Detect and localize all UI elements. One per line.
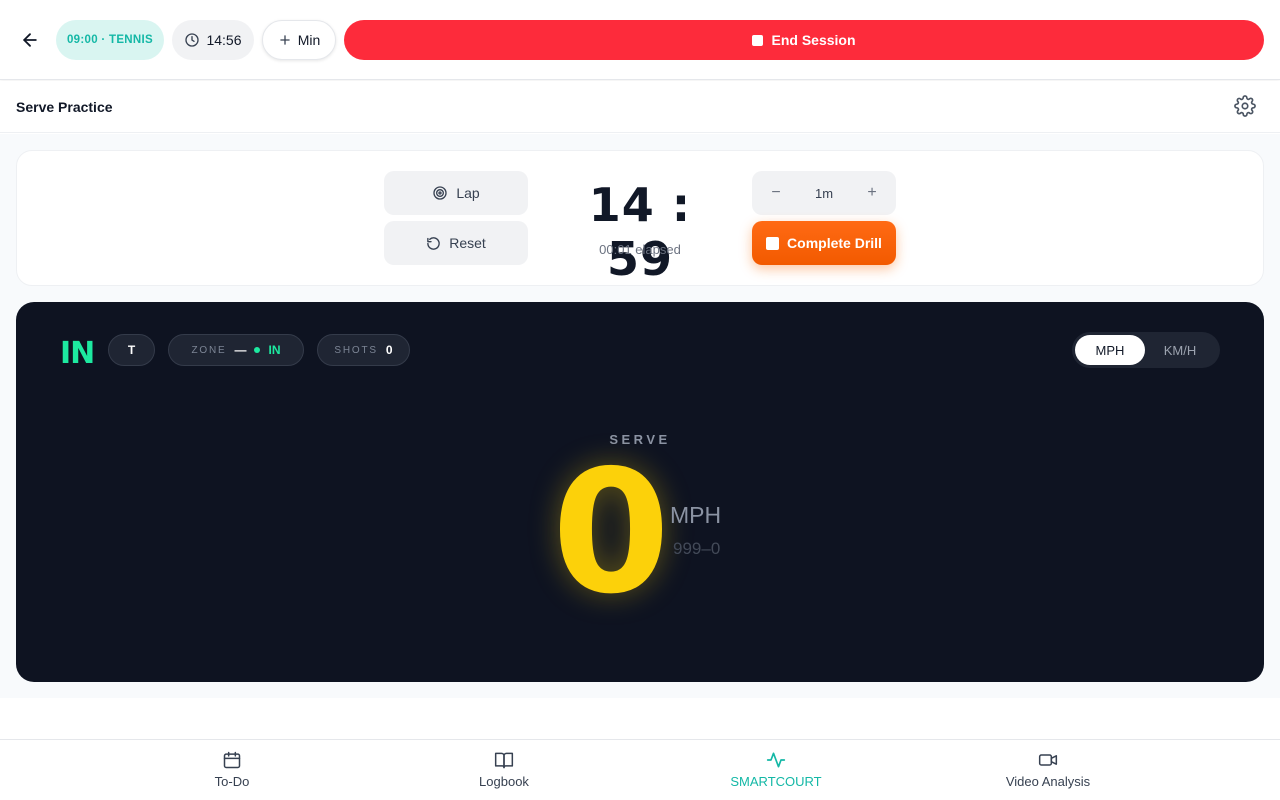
nav-item-logbook[interactable]: Logbook: [424, 750, 584, 789]
nav-item-video-analysis[interactable]: Video Analysis: [968, 750, 1128, 789]
clock-time: 14:56: [206, 32, 242, 48]
smartcourt-panel: IN T ZONE — IN SHOTS 0 MPH KM/H SERVE 0 …: [16, 302, 1264, 682]
reset-label: Reset: [449, 235, 486, 251]
countdown-timer: 14 : 59: [588, 178, 692, 286]
back-button[interactable]: [14, 24, 46, 56]
top-bar: 09:00 · TENNIS 14:56 Min End Session: [0, 0, 1280, 80]
speed-range: 999–0: [673, 539, 721, 558]
shots-chip: SHOTS 0: [317, 334, 410, 366]
clock-pill[interactable]: 14:56: [172, 20, 254, 60]
activity-icon: [766, 752, 786, 768]
reset-icon: [427, 236, 440, 250]
unit-option-mph[interactable]: MPH: [1075, 335, 1145, 365]
nav-label-logbook: Logbook: [479, 774, 529, 789]
complete-drill-button[interactable]: Complete Drill: [752, 221, 896, 265]
decrement-button[interactable]: −: [766, 184, 786, 202]
zone-label: ZONE: [191, 344, 227, 356]
session-badge[interactable]: 09:00 · TENNIS: [56, 20, 164, 60]
nav-item-smartcourt[interactable]: SMARTCOURT: [696, 750, 856, 789]
settings-button[interactable]: [1234, 95, 1258, 119]
checkbox-icon: [766, 236, 780, 250]
stepper-value: 1m: [814, 185, 834, 201]
end-session-button[interactable]: End Session: [344, 20, 1264, 60]
add-minute-label: Min: [297, 32, 321, 48]
page-header: Serve Practice: [0, 81, 1280, 133]
complete-drill-label: Complete Drill: [787, 235, 882, 251]
unit-toggle: MPH KM/H: [1072, 332, 1220, 368]
arrow-left-icon: [23, 33, 37, 47]
zone-chip: ZONE — IN: [168, 334, 304, 366]
nav-label-video-analysis: Video Analysis: [1005, 774, 1091, 789]
book-icon: [494, 752, 514, 769]
type-chip[interactable]: T: [108, 334, 155, 366]
end-session-label: End Session: [771, 32, 856, 48]
elapsed-time: 00:01 elapsed: [599, 242, 681, 257]
type-chip-value: T: [127, 343, 136, 357]
page-title: Serve Practice: [16, 99, 113, 115]
nav-label-todo: To-Do: [214, 774, 250, 789]
clock-icon: [185, 33, 200, 47]
plus-icon: [279, 35, 290, 45]
calendar-icon: [223, 751, 241, 769]
shots-value: 0: [385, 343, 393, 357]
speed-unit: MPH: [670, 502, 722, 528]
lap-button[interactable]: Lap: [384, 171, 528, 215]
bottom-navigation: To-Do Logbook SMARTCOURT Video Analysis: [0, 739, 1280, 800]
status-dot-icon: [254, 347, 261, 353]
stop-icon: [752, 34, 764, 46]
target-icon: [433, 186, 447, 200]
in-logo: IN: [60, 336, 95, 371]
zone-status: IN: [268, 343, 281, 357]
duration-stepper[interactable]: − 1m +: [752, 171, 896, 215]
gear-icon: [1234, 95, 1256, 117]
lap-label: Lap: [456, 185, 480, 201]
nav-label-smartcourt: SMARTCOURT: [730, 774, 822, 789]
reset-button[interactable]: Reset: [384, 221, 528, 265]
shots-label: SHOTS: [334, 344, 378, 356]
zone-value: —: [234, 343, 247, 357]
add-minute-button[interactable]: Min: [262, 20, 336, 60]
speed-value: 0: [551, 434, 671, 632]
increment-button[interactable]: +: [862, 184, 882, 202]
video-icon: [1038, 754, 1058, 766]
unit-option-kmh[interactable]: KM/H: [1145, 335, 1215, 365]
nav-item-todo[interactable]: To-Do: [152, 750, 312, 789]
